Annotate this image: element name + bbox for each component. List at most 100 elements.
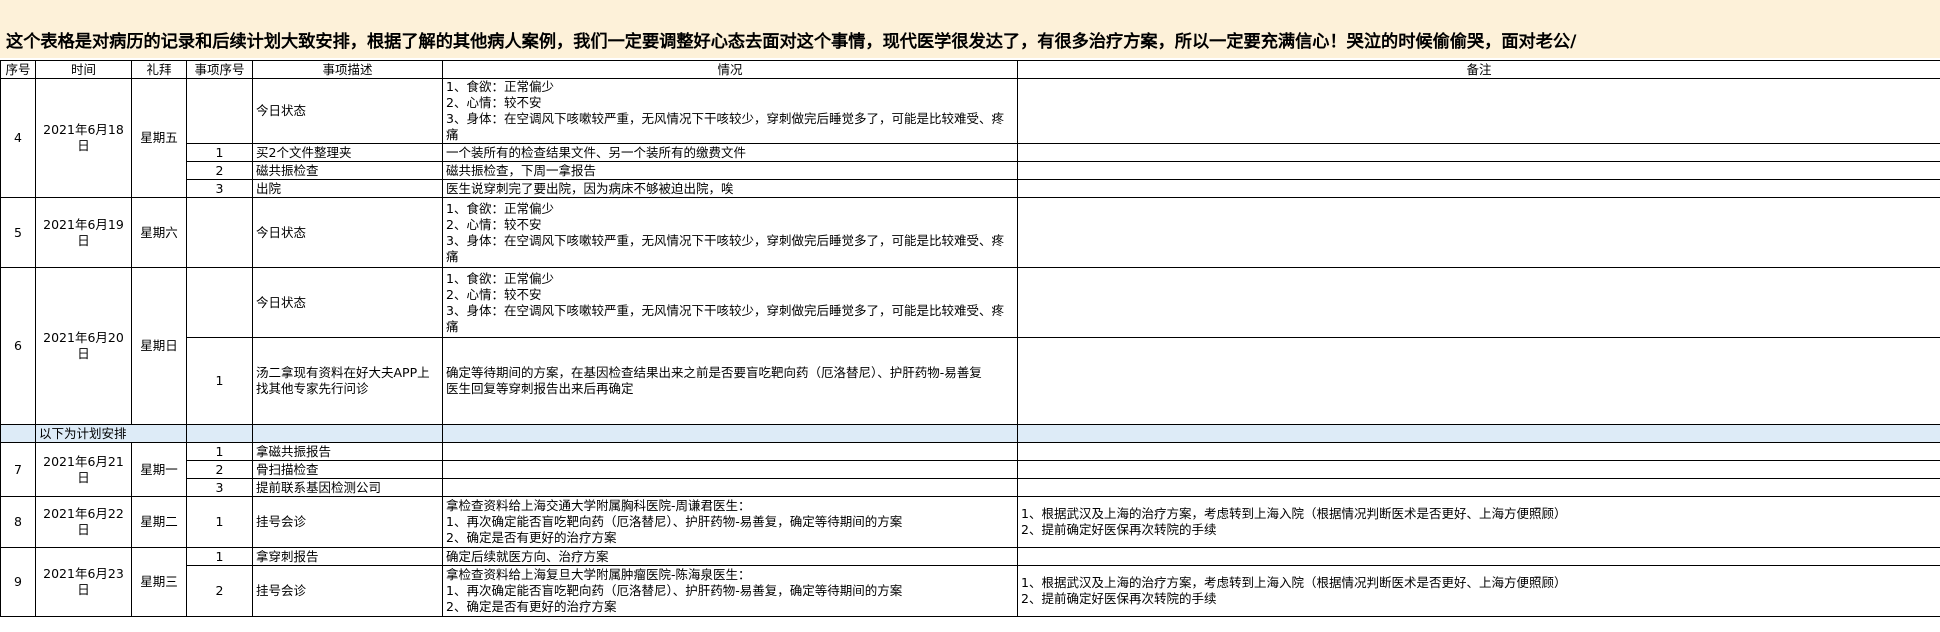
plan-separator-row: 以下为计划安排 [0, 424, 1940, 443]
item-desc[interactable]: 今日状态 [252, 267, 443, 338]
header-no: 序号 [0, 60, 36, 79]
table-row: 4 2021年6月18日 星期五 今日状态 1、食欲：正常偏少 2、心情：较不安… [0, 78, 1940, 198]
item-no[interactable]: 2 [186, 565, 253, 617]
item-desc[interactable]: 今日状态 [252, 78, 443, 144]
row-weekday[interactable]: 星期三 [131, 547, 187, 617]
item-no[interactable]: 1 [186, 143, 253, 162]
table-row: 9 2021年6月23日 星期三 1 拿穿刺报告 确定后续就医方向、治疗方案 [0, 547, 1940, 617]
table-row: 3 提前联系基因检测公司 [1, 478, 1940, 497]
table-row: 1 汤二拿现有资料在好大夫APP上找其他专家先行问诊 确定等待期间的方案，在基因… [1, 337, 1940, 425]
item-remark[interactable] [1017, 143, 1940, 162]
schedule-table: 序号 时间 礼拜 事项序号 事项描述 情况 备注 4 2021年6月18日 星期… [0, 60, 1940, 617]
banner-text: 这个表格是对病历的记录和后续计划大致安排，根据了解的其他病人案例，我们一定要调整… [6, 32, 1577, 52]
item-remark[interactable]: 1、根据武汉及上海的治疗方案，考虑转到上海入院（根据情况判断医术是否更好、上海方… [1017, 565, 1940, 617]
table-row: 5 2021年6月19日 星期六 今日状态 1、食欲：正常偏少 2、心情：较不安… [0, 197, 1940, 268]
item-remark[interactable] [1017, 460, 1940, 479]
row-date[interactable]: 2021年6月18日 [35, 78, 132, 198]
table-row: 7 2021年6月21日 星期一 1 拿磁共振报告 [0, 442, 1940, 497]
item-desc[interactable]: 挂号会诊 [252, 565, 443, 617]
item-situation[interactable]: 磁共振检查，下周一拿报告 [442, 161, 1018, 180]
plan-cell [442, 424, 1018, 443]
item-remark[interactable] [1017, 267, 1940, 338]
item-desc[interactable]: 今日状态 [252, 197, 443, 268]
item-no[interactable]: 1 [186, 442, 253, 461]
item-remark[interactable]: 1、根据武汉及上海的治疗方案，考虑转到上海入院（根据情况判断医术是否更好、上海方… [1017, 496, 1940, 548]
row-no[interactable]: 6 [0, 267, 36, 425]
table-row: 1 买2个文件整理夹 一个装所有的检查结果文件、另一个装所有的缴费文件 [1, 143, 1940, 162]
notice-banner: 这个表格是对病历的记录和后续计划大致安排，根据了解的其他病人案例，我们一定要调整… [0, 0, 1940, 58]
item-situation[interactable]: 1、食欲：正常偏少 2、心情：较不安 3、身体：在空调风下咳嗽较严重，无风情况下… [442, 197, 1018, 268]
table-row: 2 骨扫描检查 [1, 460, 1940, 479]
item-no[interactable] [186, 267, 253, 338]
row-weekday[interactable]: 星期六 [131, 197, 187, 268]
item-remark[interactable] [1017, 161, 1940, 180]
item-situation[interactable] [442, 460, 1018, 479]
row-date[interactable]: 2021年6月20日 [35, 267, 132, 425]
item-remark[interactable] [1017, 478, 1940, 497]
item-desc[interactable]: 挂号会诊 [252, 496, 443, 548]
item-desc[interactable]: 买2个文件整理夹 [252, 143, 443, 162]
table-row: 6 2021年6月20日 星期日 今日状态 1、食欲：正常偏少 2、心情：较不安… [0, 267, 1940, 425]
item-no[interactable]: 1 [186, 547, 253, 566]
item-desc[interactable]: 提前联系基因检测公司 [252, 478, 443, 497]
header-row: 序号 时间 礼拜 事项序号 事项描述 情况 备注 [0, 60, 1940, 79]
item-desc[interactable]: 拿穿刺报告 [252, 547, 443, 566]
item-situation[interactable]: 一个装所有的检查结果文件、另一个装所有的缴费文件 [442, 143, 1018, 162]
row-weekday[interactable]: 星期五 [131, 78, 187, 198]
table-row: 8 2021年6月22日 星期二 1 挂号会诊 拿检查资料给上海交通大学附属胸科… [0, 496, 1940, 548]
plan-cell [1017, 424, 1940, 443]
item-situation[interactable]: 拿检查资料给上海交通大学附属胸科医院-周谦君医生： 1、再次确定能否盲吃靶向药（… [442, 496, 1018, 548]
plan-cell [252, 424, 443, 443]
row-weekday[interactable]: 星期日 [131, 267, 187, 425]
plan-label[interactable]: 以下为计划安排 [35, 424, 187, 443]
header-remark: 备注 [1017, 60, 1940, 79]
item-remark[interactable] [1017, 442, 1940, 461]
item-desc[interactable]: 出院 [252, 179, 443, 198]
item-desc[interactable]: 汤二拿现有资料在好大夫APP上找其他专家先行问诊 [252, 337, 443, 425]
row-date[interactable]: 2021年6月21日 [35, 442, 132, 497]
header-situation: 情况 [442, 60, 1018, 79]
row-weekday[interactable]: 星期一 [131, 442, 187, 497]
item-remark[interactable] [1017, 197, 1940, 268]
header-weekday: 礼拜 [131, 60, 187, 79]
item-remark[interactable] [1017, 78, 1940, 144]
item-no[interactable] [186, 78, 253, 144]
row-no[interactable]: 9 [0, 547, 36, 617]
item-no[interactable] [186, 197, 253, 268]
item-situation[interactable]: 确定后续就医方向、治疗方案 [442, 547, 1018, 566]
header-date: 时间 [35, 60, 132, 79]
item-desc[interactable]: 拿磁共振报告 [252, 442, 443, 461]
table-row: 2 磁共振检查 磁共振检查，下周一拿报告 [1, 161, 1940, 180]
table-row: 3 出院 医生说穿刺完了要出院，因为病床不够被迫出院，唉 [1, 179, 1940, 198]
header-item-desc: 事项描述 [252, 60, 443, 79]
item-remark[interactable] [1017, 337, 1940, 425]
item-situation[interactable]: 1、食欲：正常偏少 2、心情：较不安 3、身体：在空调风下咳嗽较严重，无风情况下… [442, 78, 1018, 144]
row-no[interactable]: 7 [0, 442, 36, 497]
row-weekday[interactable]: 星期二 [131, 496, 187, 548]
row-no[interactable]: 5 [0, 197, 36, 268]
item-desc[interactable]: 磁共振检查 [252, 161, 443, 180]
item-situation[interactable] [442, 442, 1018, 461]
item-no[interactable]: 2 [186, 460, 253, 479]
item-situation[interactable]: 确定等待期间的方案，在基因检查结果出来之前是否要盲吃靶向药（厄洛替尼）、护肝药物… [442, 337, 1018, 425]
item-desc[interactable]: 骨扫描检查 [252, 460, 443, 479]
item-no[interactable]: 3 [186, 179, 253, 198]
row-date[interactable]: 2021年6月22日 [35, 496, 132, 548]
plan-cell [186, 424, 253, 443]
item-situation[interactable] [442, 478, 1018, 497]
item-no[interactable]: 1 [186, 496, 253, 548]
item-situation[interactable]: 拿检查资料给上海复旦大学附属肿瘤医院-陈海泉医生： 1、再次确定能否盲吃靶向药（… [442, 565, 1018, 617]
row-no[interactable]: 4 [0, 78, 36, 198]
item-no[interactable]: 3 [186, 478, 253, 497]
row-no[interactable]: 8 [0, 496, 36, 548]
row-date[interactable]: 2021年6月19日 [35, 197, 132, 268]
item-remark[interactable] [1017, 179, 1940, 198]
plan-cell [0, 424, 36, 443]
item-remark[interactable] [1017, 547, 1940, 566]
item-no[interactable]: 2 [186, 161, 253, 180]
row-date[interactable]: 2021年6月23日 [35, 547, 132, 617]
item-situation[interactable]: 医生说穿刺完了要出院，因为病床不够被迫出院，唉 [442, 179, 1018, 198]
item-no[interactable]: 1 [186, 337, 253, 425]
header-item-no: 事项序号 [186, 60, 253, 79]
item-situation[interactable]: 1、食欲：正常偏少 2、心情：较不安 3、身体：在空调风下咳嗽较严重，无风情况下… [442, 267, 1018, 338]
